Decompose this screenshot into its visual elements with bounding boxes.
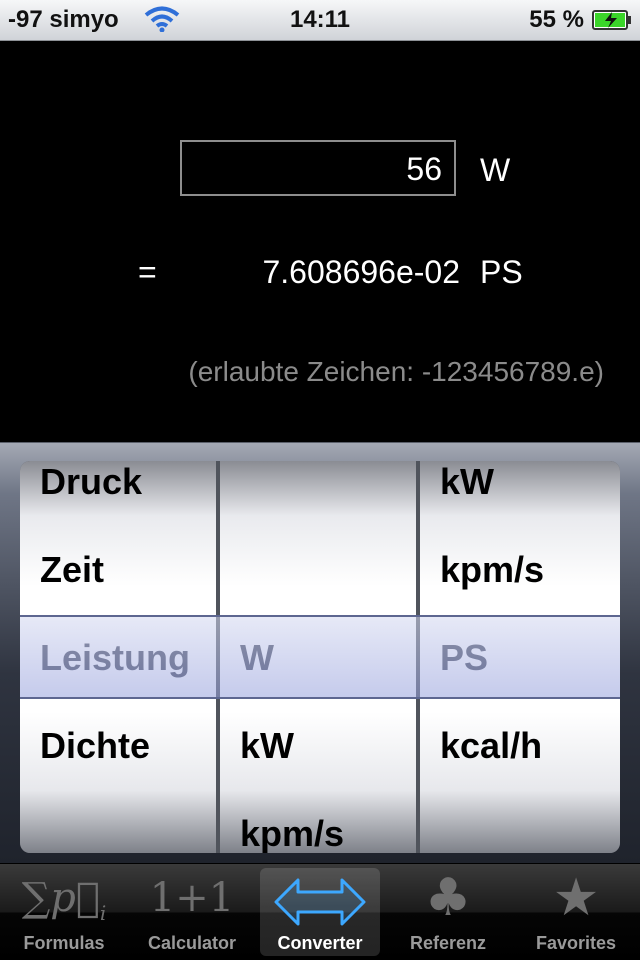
picker-row-selected[interactable]: W: [240, 637, 274, 679]
unit-picker: Druck Zeit Leistung Dichte W kW kpm/s kW…: [0, 442, 640, 863]
tab-label: Converter: [277, 933, 363, 953]
tab-referenz[interactable]: ♣ Referenz: [384, 864, 512, 960]
allowed-characters-hint: (erlaubte Zeichen: -123456789.e): [188, 356, 604, 387]
battery-charging-icon: [592, 10, 631, 30]
club-icon: ♣: [424, 868, 472, 928]
picker-row[interactable]: kW: [240, 725, 294, 767]
result-unit-label: PS: [480, 254, 523, 290]
picker-row[interactable]: kpm/s: [240, 813, 344, 853]
tab-converter[interactable]: Converter: [260, 868, 380, 956]
tab-label: Favorites: [535, 933, 617, 953]
to-unit-wheel[interactable]: kW kpm/s PS kcal/h: [420, 461, 620, 853]
tab-formulas[interactable]: ∑p⃗i Formulas: [0, 864, 128, 960]
battery-percent: 55 %: [529, 6, 584, 33]
result-value: 7.608696e-02: [262, 254, 460, 290]
picker-row[interactable]: kcal/h: [440, 725, 542, 767]
picker-row-selected[interactable]: Leistung: [40, 637, 190, 679]
one-plus-one-icon: 1+1: [149, 875, 235, 921]
tab-label: Formulas: [23, 933, 105, 953]
sum-formula-icon: ∑p⃗i: [21, 875, 107, 925]
picker-wheels: Druck Zeit Leistung Dichte W kW kpm/s kW…: [20, 461, 620, 853]
picker-row[interactable]: Dichte: [40, 725, 150, 767]
wheel-divider: [416, 461, 420, 853]
input-unit-label: W: [480, 152, 511, 188]
tab-label: Calculator: [147, 933, 237, 953]
tab-favorites[interactable]: ★ Favorites: [512, 864, 640, 960]
picker-row-selected[interactable]: PS: [440, 637, 488, 679]
double-arrow-icon: [274, 878, 366, 926]
from-unit-wheel[interactable]: W kW kpm/s: [220, 461, 416, 853]
picker-row[interactable]: Druck: [40, 461, 142, 503]
wheel-divider: [216, 461, 220, 853]
value-input[interactable]: 56: [180, 140, 456, 196]
picker-row[interactable]: Zeit: [40, 549, 104, 591]
category-wheel[interactable]: Druck Zeit Leistung Dichte: [20, 461, 216, 853]
picker-row[interactable]: kpm/s: [440, 549, 544, 591]
tab-bar: ∑p⃗i Formulas 1+1 Calculator Converter ♣…: [0, 864, 640, 960]
tab-label: Referenz: [409, 933, 487, 953]
star-icon: ★: [552, 868, 600, 928]
tab-calculator[interactable]: 1+1 Calculator: [128, 864, 256, 960]
picker-row[interactable]: kW: [440, 461, 494, 503]
equals-sign: =: [138, 254, 157, 290]
status-bar: -97 simyo 14:11 55 %: [0, 0, 640, 41]
